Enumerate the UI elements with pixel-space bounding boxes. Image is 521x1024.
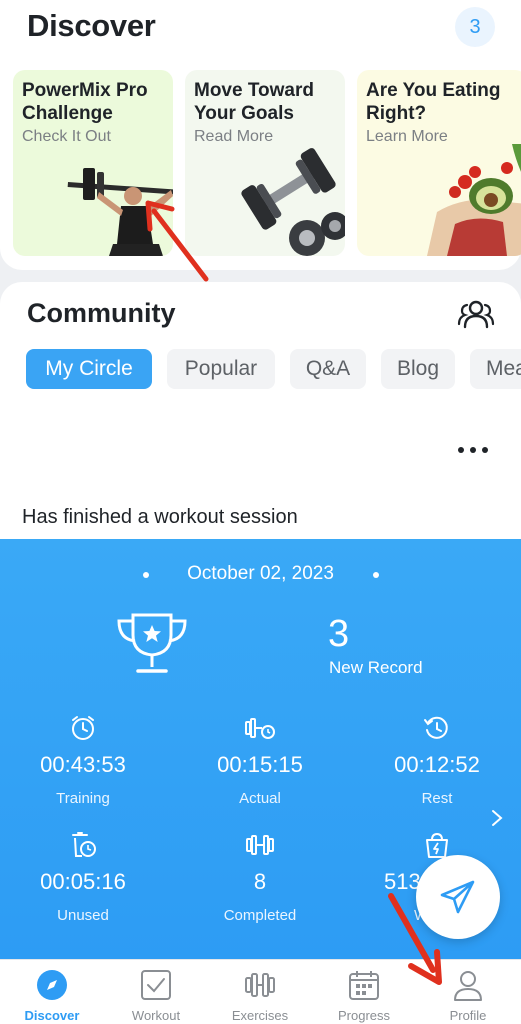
tab-progress[interactable]: Progress bbox=[312, 960, 416, 1024]
dumbbell-icon bbox=[245, 973, 275, 997]
tab-label: Discover bbox=[24, 1008, 80, 1023]
tab-mea[interactable]: Mea bbox=[470, 349, 521, 389]
page-title: Discover bbox=[27, 8, 156, 43]
tab-exercises[interactable]: Exercises bbox=[208, 960, 312, 1024]
chevron-right-icon[interactable] bbox=[490, 809, 504, 827]
trash-clock-icon bbox=[72, 832, 96, 857]
card-link[interactable]: Check It Out bbox=[22, 128, 111, 146]
stat-value: 00:43:53 bbox=[40, 752, 126, 777]
stat-label: Training bbox=[56, 790, 110, 807]
tab-workout[interactable]: Workout bbox=[104, 960, 208, 1024]
community-tabs: My Circle Popular Q&A Blog Mea bbox=[26, 349, 521, 389]
tab-my-circle[interactable]: My Circle bbox=[26, 349, 152, 389]
rest-clock-icon bbox=[424, 716, 448, 739]
share-button[interactable] bbox=[416, 855, 500, 939]
stat-value: 00:05:16 bbox=[40, 869, 126, 894]
stat-value: 00:15:15 bbox=[217, 752, 303, 777]
date-dot-right bbox=[373, 572, 379, 578]
stat-completed: 8 Completed bbox=[180, 831, 340, 924]
tab-label: Progress bbox=[337, 1008, 391, 1023]
record-label: New Record bbox=[329, 658, 423, 677]
discover-cards: PowerMix Pro Challenge Check It Out Move… bbox=[13, 70, 521, 256]
notification-badge[interactable]: 3 bbox=[455, 7, 495, 47]
record-value: 3 bbox=[328, 613, 350, 655]
dumbbell-icon bbox=[246, 835, 274, 855]
checkbox-icon bbox=[141, 970, 171, 1000]
post-text: Has finished a workout session bbox=[22, 506, 298, 528]
stat-unused: 00:05:16 Unused bbox=[3, 831, 163, 924]
calendar-icon bbox=[349, 971, 379, 1000]
stat-label: Unused bbox=[57, 907, 109, 924]
stat-label: Actual bbox=[239, 790, 281, 807]
community-title: Community bbox=[27, 298, 176, 328]
tab-label: Profile bbox=[449, 1008, 487, 1023]
more-options-icon[interactable] bbox=[458, 444, 488, 456]
group-icon[interactable] bbox=[457, 298, 495, 330]
tab-qa[interactable]: Q&A bbox=[290, 349, 366, 389]
community-section: Community My Circle Popular Q&A Blog Mea… bbox=[0, 282, 521, 542]
stat-value: 8 bbox=[253, 869, 267, 894]
tab-discover[interactable]: Discover bbox=[0, 960, 104, 1024]
stat-value: 00:12:52 bbox=[394, 752, 480, 777]
discover-section: Discover 3 PowerMix Pro Challenge Check … bbox=[0, 0, 521, 270]
dumbbell-image bbox=[241, 148, 345, 256]
trophy-icon bbox=[117, 613, 187, 673]
stopwatch-icon bbox=[72, 716, 94, 740]
card-title: Move Toward Your Goals bbox=[194, 80, 314, 124]
discover-card-eating[interactable]: Are You Eating Right? Learn More bbox=[357, 70, 521, 256]
bottom-tab-bar: Discover Workout Exercises Progress Prof… bbox=[0, 959, 521, 1024]
stat-label: Completed bbox=[223, 907, 297, 924]
discover-card-powermix[interactable]: PowerMix Pro Challenge Check It Out bbox=[13, 70, 173, 256]
stat-actual: 00:15:15 Actual bbox=[180, 714, 340, 807]
weightlifter-image bbox=[67, 168, 173, 256]
dumbbell-clock-icon bbox=[245, 718, 275, 739]
discover-card-goals[interactable]: Move Toward Your Goals Read More bbox=[185, 70, 345, 256]
compass-icon bbox=[37, 970, 67, 1000]
tab-label: Workout bbox=[131, 1008, 181, 1023]
paper-plane-icon bbox=[440, 880, 475, 914]
tab-profile[interactable]: Profile bbox=[416, 960, 520, 1024]
tab-label: Exercises bbox=[231, 1008, 289, 1023]
card-title: Are You Eating Right? bbox=[366, 80, 501, 124]
stat-rest: 00:12:52 Rest bbox=[357, 714, 517, 807]
person-icon bbox=[454, 971, 482, 1001]
tab-blog[interactable]: Blog bbox=[381, 349, 455, 389]
card-title: PowerMix Pro Challenge bbox=[22, 80, 148, 124]
workout-date: October 02, 2023 bbox=[187, 563, 334, 584]
tab-popular[interactable]: Popular bbox=[167, 349, 275, 389]
bag-bolt-icon bbox=[426, 832, 448, 858]
stat-label: Rest bbox=[421, 790, 453, 807]
food-image bbox=[427, 144, 521, 256]
stat-training: 00:43:53 Training bbox=[3, 714, 163, 807]
